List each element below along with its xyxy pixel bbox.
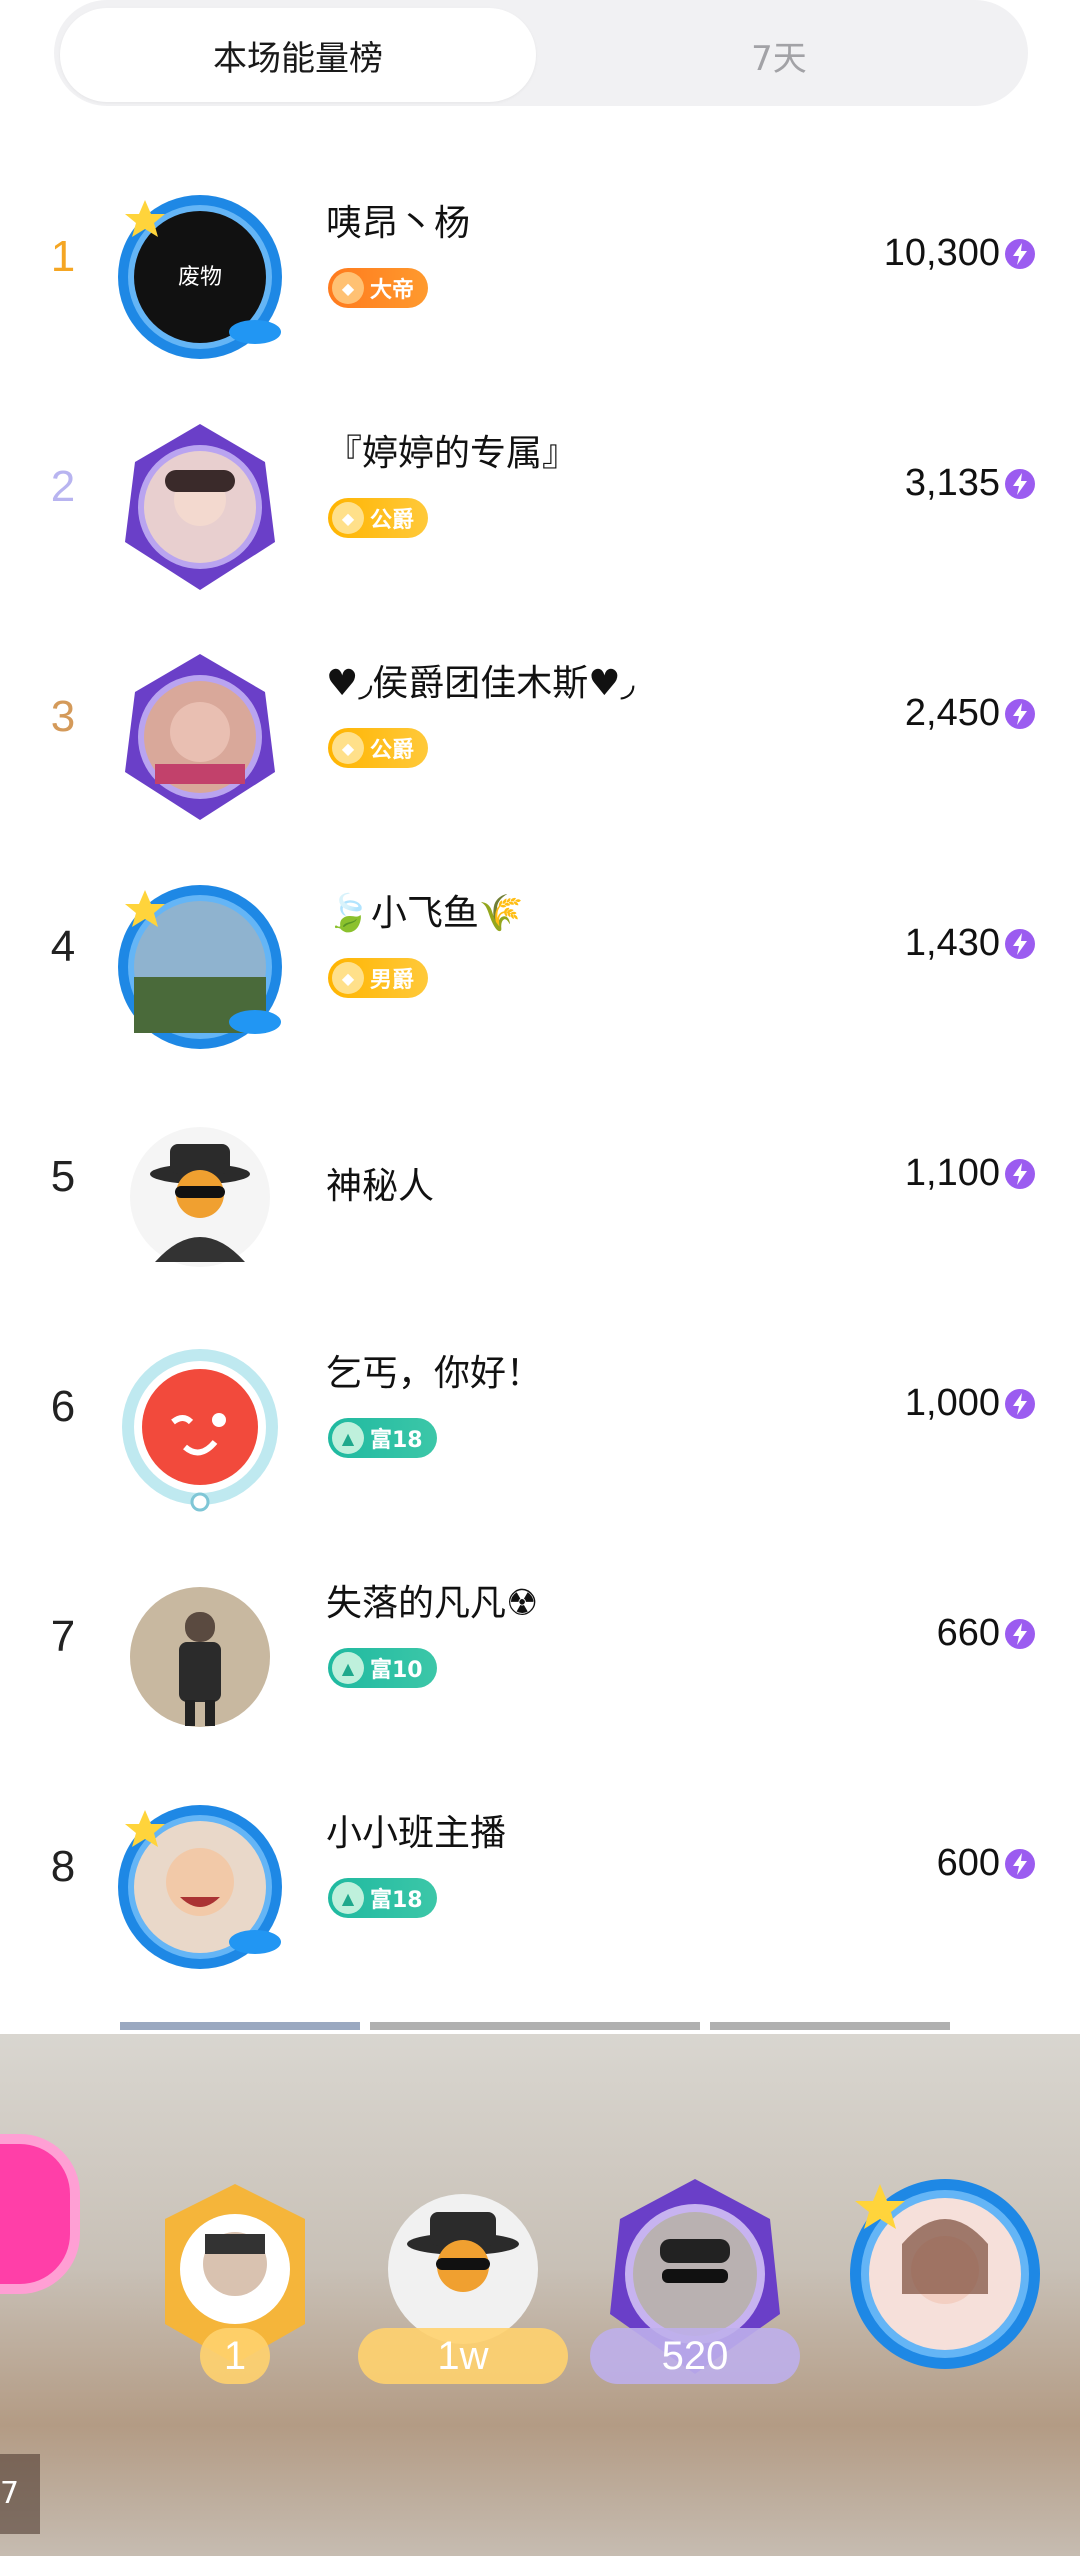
- rank-number: 6: [50, 1382, 76, 1431]
- user-name: 咦昂丶杨: [326, 203, 471, 244]
- energy-score: 1,000: [904, 1382, 1000, 1424]
- avatar[interactable]: [115, 1572, 285, 1742]
- energy-icon: [1005, 929, 1035, 959]
- level-badge: ◆ 大帝: [328, 268, 429, 308]
- viewer-rank-label: 1: [200, 2328, 270, 2384]
- diamond-icon: ◆: [332, 502, 364, 534]
- rank-number: 2: [50, 462, 76, 511]
- user-name: 乞丐，你好！: [326, 1353, 543, 1394]
- triangle-icon: ▲: [332, 1422, 364, 1454]
- avatar[interactable]: 废物: [115, 192, 285, 362]
- pink-button[interactable]: [0, 2134, 80, 2294]
- level-badge: ◆ 公爵: [328, 498, 429, 538]
- crown-icon: ◆: [332, 272, 364, 304]
- triangle-icon: ▲: [332, 1882, 364, 1914]
- rank-number: 4: [50, 922, 76, 971]
- avatar[interactable]: [115, 882, 285, 1052]
- user-name: 小小班主播: [326, 1813, 507, 1854]
- diamond-icon: ◆: [332, 962, 364, 994]
- energy-icon: [1005, 239, 1035, 269]
- diamond-icon: ◆: [332, 732, 364, 764]
- tab-session-energy[interactable]: 本场能量榜: [60, 8, 536, 102]
- energy-icon: [1005, 1159, 1035, 1189]
- rank-row[interactable]: 4 🍃小飞鱼🌾 ◆ 男爵 1,430: [0, 832, 1080, 1062]
- energy-icon: [1005, 1849, 1035, 1879]
- rank-number: 1: [50, 232, 76, 281]
- energy-score: 10,300: [883, 232, 1000, 274]
- bottom-viewer-avatar[interactable]: [840, 2174, 1050, 2384]
- energy-icon: [1005, 469, 1035, 499]
- user-name: 『婷婷的专属』: [326, 433, 579, 474]
- energy-score: 1,430: [904, 922, 1000, 964]
- wealth-badge: ▲ 富18: [328, 1878, 437, 1918]
- user-name: 失落的凡凡☢: [326, 1583, 539, 1624]
- rank-number: 7: [50, 1612, 76, 1661]
- bottom-viewer-avatar[interactable]: 520: [590, 2174, 800, 2384]
- rank-row[interactable]: 2 『婷婷的专属』 ◆ 公爵 3,135: [0, 372, 1080, 602]
- user-name: 🍃小飞鱼🌾: [326, 893, 524, 934]
- user-name: 神秘人: [326, 1166, 435, 1207]
- level-badge: ◆ 男爵: [328, 958, 429, 998]
- ranking-tabs: 本场能量榜 7天: [54, 0, 1028, 106]
- triangle-icon: ▲: [332, 1652, 364, 1684]
- energy-icon: [1005, 1389, 1035, 1419]
- avatar[interactable]: [115, 652, 285, 822]
- avatar[interactable]: [115, 1342, 285, 1512]
- viewer-score-label: 1w: [358, 2328, 568, 2384]
- energy-score: 660: [936, 1612, 1000, 1654]
- rank-row[interactable]: 8 小小班主播 ▲ 富18 600: [0, 1752, 1080, 1982]
- wealth-badge: ▲ 富18: [328, 1418, 437, 1458]
- bottom-viewer-avatar[interactable]: 1w: [358, 2174, 568, 2384]
- level-badge: ◆ 公爵: [328, 728, 429, 768]
- energy-icon: [1005, 1619, 1035, 1649]
- energy-score: 1,100: [904, 1152, 1000, 1194]
- rank-number: 5: [50, 1152, 76, 1201]
- energy-score: 2,450: [904, 692, 1000, 734]
- bottom-viewer-avatar[interactable]: 1: [130, 2174, 340, 2384]
- energy-score: 3,135: [904, 462, 1000, 504]
- rank-row[interactable]: 7 失落的凡凡☢ ▲ 富10 660: [0, 1522, 1080, 1752]
- side-number: 7: [0, 2454, 40, 2534]
- energy-icon: [1005, 699, 1035, 729]
- user-name: ♥︎◞侯爵团佳木斯♥︎◞: [326, 663, 635, 704]
- tab-7-days[interactable]: 7天: [536, 8, 1022, 102]
- energy-score: 600: [936, 1842, 1000, 1884]
- svg-text:废物: 废物: [178, 265, 222, 290]
- wealth-badge: ▲ 富10: [328, 1648, 437, 1688]
- live-stream-background: 1 1w 520 7: [0, 2034, 1080, 2556]
- rank-row[interactable]: 3 ♥︎◞侯爵团佳木斯♥︎◞ ◆ 公爵 2,450: [0, 602, 1080, 832]
- avatar[interactable]: [115, 422, 285, 592]
- avatar[interactable]: [115, 1802, 285, 1972]
- rank-number: 8: [50, 1842, 76, 1891]
- rank-number: 3: [50, 692, 76, 741]
- viewer-score-label: 520: [590, 2328, 800, 2384]
- mystery-avatar[interactable]: [115, 1112, 285, 1282]
- rank-row[interactable]: 5 神秘人 1,100: [0, 1062, 1080, 1292]
- rank-row[interactable]: 1 废物 咦昂丶杨 ◆ 大帝 10,300: [0, 142, 1080, 372]
- rank-row[interactable]: 6 乞丐，你好！ ▲ 富18 1,000: [0, 1292, 1080, 1522]
- next-row-edge: [120, 2022, 950, 2030]
